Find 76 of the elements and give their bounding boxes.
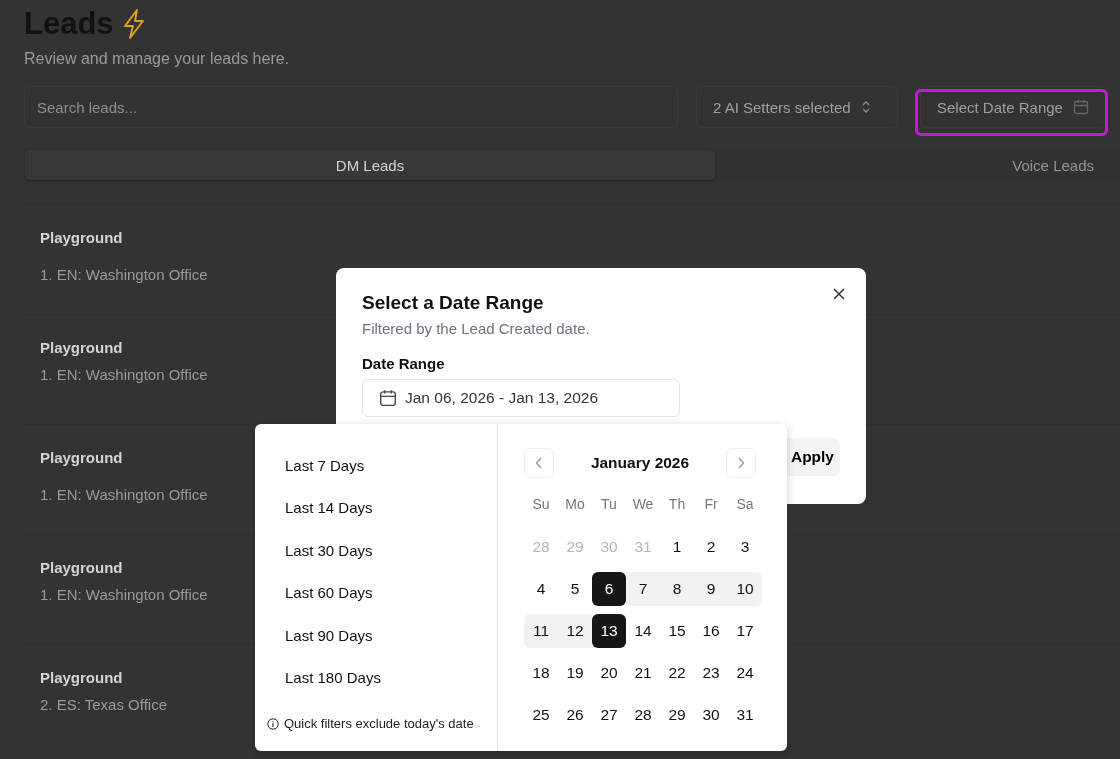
calendar-day[interactable]: 4 <box>524 572 558 606</box>
previous-month-button[interactable] <box>524 448 554 478</box>
calendar-day[interactable]: 26 <box>558 698 592 732</box>
lead-name: Playground <box>40 669 123 686</box>
search-field[interactable]: Search leads... <box>24 86 678 128</box>
calendar-day[interactable]: 7 <box>626 572 660 606</box>
preset-option[interactable]: Last 180 Days <box>267 656 399 699</box>
calendar-day[interactable]: 15 <box>660 614 694 648</box>
chevron-right-icon <box>737 457 745 469</box>
weekday-label: Fr <box>703 496 719 512</box>
calendar-day[interactable]: 13 <box>592 614 626 648</box>
preset-option[interactable]: Last 7 Days <box>267 444 383 487</box>
calendar-day[interactable]: 10 <box>728 572 762 606</box>
lightning-icon <box>121 9 146 39</box>
lead-name: Playground <box>40 339 123 356</box>
calendar-day[interactable]: 27 <box>592 698 626 732</box>
preset-option[interactable]: Last 60 Days <box>267 571 391 614</box>
date-range-field[interactable]: Jan 06, 2026 - Jan 13, 2026 <box>362 379 680 417</box>
calendar-day[interactable]: 8 <box>660 572 694 606</box>
preset-option[interactable]: Last 90 Days <box>267 614 391 657</box>
setter-select[interactable]: 2 AI Setters selected <box>696 86 898 128</box>
weekday-label: We <box>631 496 655 512</box>
calendar-day[interactable]: 3 <box>728 530 762 564</box>
weekday-label: Sa <box>735 496 755 512</box>
close-icon[interactable] <box>832 287 846 301</box>
dialog-title: Select a Date Range <box>362 292 545 314</box>
next-month-button[interactable] <box>726 448 756 478</box>
lead-setter: 1. EN: Washington Office <box>40 486 208 503</box>
preset-option[interactable]: Last 30 Days <box>267 529 391 572</box>
month-label: January 2026 <box>590 454 690 472</box>
calendar-day[interactable]: 16 <box>694 614 728 648</box>
calendar-day[interactable]: 30 <box>694 698 728 732</box>
calendar-day[interactable]: 28 <box>626 698 660 732</box>
calendar-day[interactable]: 19 <box>558 656 592 690</box>
calendar-day[interactable]: 14 <box>626 614 660 648</box>
info-icon <box>267 717 279 730</box>
calendar-day[interactable]: 12 <box>558 614 592 648</box>
calendar-day[interactable]: 6 <box>592 572 626 606</box>
calendar-day[interactable]: 25 <box>524 698 558 732</box>
weekday-label: Su <box>531 496 551 512</box>
lead-setter: 1. EN: Washington Office <box>40 266 208 283</box>
preset-option[interactable]: Last 14 Days <box>267 486 391 529</box>
chevron-left-icon <box>535 457 543 469</box>
weekday-label: Tu <box>600 496 618 512</box>
tab[interactable]: DM Leads <box>25 150 715 180</box>
calendar-day[interactable]: 31 <box>728 698 762 732</box>
calendar-day[interactable]: 5 <box>558 572 592 606</box>
lead-setter: 1. EN: Washington Office <box>40 586 208 603</box>
calendar-day[interactable]: 2 <box>694 530 728 564</box>
calendar-day[interactable]: 18 <box>524 656 558 690</box>
calendar-day[interactable]: 24 <box>728 656 762 690</box>
calendar-day[interactable]: 20 <box>592 656 626 690</box>
weekday-label: Th <box>667 496 687 512</box>
calendar-day[interactable]: 29 <box>660 698 694 732</box>
date-range-button[interactable]: Select Date Range <box>920 86 1106 128</box>
lead-name: Playground <box>40 449 123 466</box>
dialog-description: Filtered by the Lead Created date. <box>362 320 591 337</box>
calendar-day[interactable]: 9 <box>694 572 728 606</box>
calendar-icon <box>1072 99 1089 115</box>
tab[interactable]: Voice Leads <box>1006 150 1100 180</box>
calendar-day[interactable]: 1 <box>660 530 694 564</box>
info-note: Quick filters exclude today's date <box>284 716 474 731</box>
calendar-icon <box>379 389 397 407</box>
calendar-day[interactable]: 21 <box>626 656 660 690</box>
lead-setter: 2. ES: Texas Office <box>40 696 167 713</box>
calendar-day[interactable]: 22 <box>660 656 694 690</box>
weekday-label: Mo <box>564 496 586 512</box>
lead-name: Playground <box>40 229 123 246</box>
lead-name: Playground <box>40 559 123 576</box>
field-label: Date Range <box>362 355 446 372</box>
calendar-day[interactable]: 11 <box>524 614 558 648</box>
calendar-day[interactable]: 23 <box>694 656 728 690</box>
chevron-updown-icon <box>860 100 871 114</box>
page-subtitle: Review and manage your leads here. <box>24 50 291 68</box>
lead-setter: 1. EN: Washington Office <box>40 366 208 383</box>
calendar-day[interactable]: 17 <box>728 614 762 648</box>
